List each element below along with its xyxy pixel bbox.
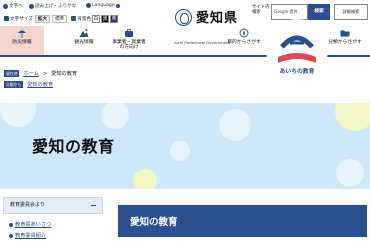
breadcrumb-home-link[interactable]: ホーム	[23, 70, 38, 77]
nav-item-business[interactable]: 事業者・就業者の方向け	[106, 26, 152, 56]
page-title: 愛知の教育	[130, 217, 178, 228]
palette-icon	[71, 16, 77, 21]
sidebar-item-members[interactable]: 教育委員紹介	[9, 232, 46, 239]
breadcrumb-tag: 現在地	[4, 70, 20, 77]
search-label: サイト内検索	[252, 5, 270, 15]
read-aloud-link[interactable]: 読み上げ・ふりがな	[29, 3, 76, 9]
chevron-down-icon	[115, 3, 120, 8]
hero-banner: 愛知の教育	[0, 103, 370, 189]
mountain-icon	[79, 28, 89, 38]
font-standard-button[interactable]: 標準	[52, 14, 68, 23]
text-mode-link[interactable]: 文字へ	[3, 3, 23, 9]
bullet-icon	[9, 233, 13, 238]
prefecture-emblem-icon[interactable]	[175, 9, 192, 26]
education-logo-text: あいちの教育	[279, 69, 315, 75]
umbrella-icon	[17, 28, 27, 38]
breadcrumb: 現在地 ホーム > 愛知の教育	[4, 69, 77, 78]
site-logo-subtitle: Aichi Prefectural Government	[174, 40, 230, 45]
font-enlarge-button[interactable]: 拡大	[34, 14, 51, 23]
site-logo[interactable]: 愛知県	[196, 7, 238, 26]
page-title-block: 愛知の教育	[118, 205, 367, 237]
breadcrumb-current: 愛知の教育	[51, 71, 78, 77]
breadcrumb-tag: 分類から	[4, 81, 24, 88]
font-size-label: 文字サイズ	[4, 16, 33, 22]
bullet-icon	[9, 222, 13, 227]
banner-title: 愛知の教育	[32, 137, 115, 156]
speaker-icon	[29, 3, 34, 9]
nav-item-category[interactable]: 分類からさがす	[322, 26, 368, 56]
sidebar-heading[interactable]: 教育委員会より	[3, 197, 103, 214]
search-button[interactable]: 検索	[308, 4, 330, 20]
bg-white-button[interactable]: 白	[92, 14, 101, 23]
bg-black-button[interactable]: 黒	[101, 14, 110, 23]
text-icon	[3, 3, 8, 9]
folder-icon	[340, 28, 350, 38]
globe-icon	[86, 3, 91, 8]
breadcrumb-category: 分類から 愛知の教育	[4, 80, 53, 89]
breadcrumb-category-link[interactable]: 愛知の教育	[27, 81, 53, 88]
compass-icon	[239, 28, 249, 38]
briefcase-icon	[124, 28, 134, 38]
nav-item-disaster[interactable]: 防災情報	[0, 26, 44, 56]
search-input[interactable]: Google 提供	[271, 4, 308, 20]
bg-color-label: 背景色	[71, 16, 91, 22]
font-size-icon	[4, 16, 9, 21]
language-link[interactable]: Language	[86, 3, 120, 8]
bg-blue-button[interactable]: 青	[110, 14, 119, 23]
breadcrumb-separator: >	[42, 70, 48, 77]
accessibility-bar: 文字サイズ 拡大 標準 背景色 白 黒 青	[0, 13, 150, 24]
sidebar-item-superintendent[interactable]: 教育長あいさつ	[9, 221, 51, 228]
advanced-search-button[interactable]: 詳細検索	[334, 4, 368, 20]
minus-icon	[91, 205, 96, 206]
nav-item-tourism[interactable]: 観光情報	[62, 26, 106, 56]
